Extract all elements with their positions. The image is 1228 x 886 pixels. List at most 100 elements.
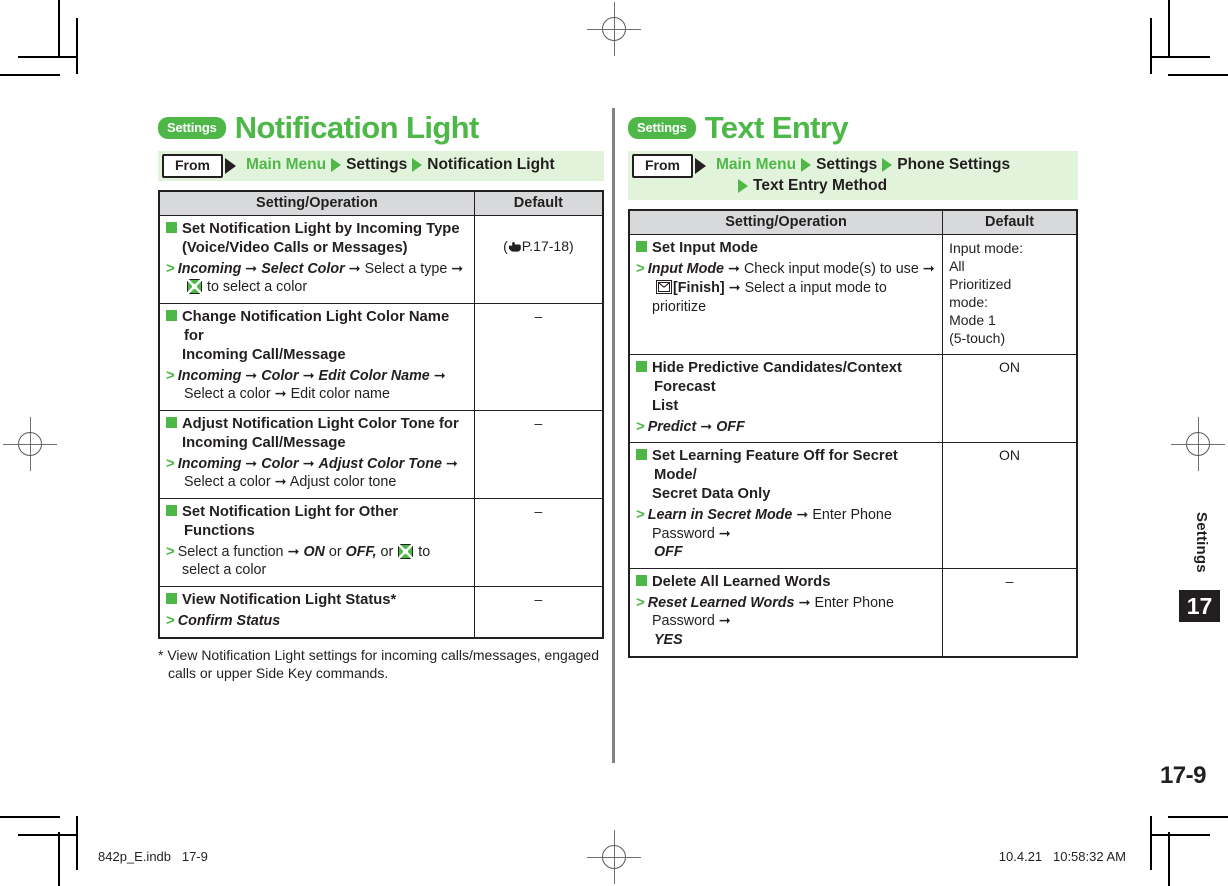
- operation-title-line2: List: [652, 397, 679, 414]
- step-value: Select a color: [184, 386, 271, 403]
- right-arrow-icon: ➞: [245, 367, 258, 384]
- column-header-default: Default: [942, 209, 1078, 236]
- breadcrumb-item-text-entry-method[interactable]: Text Entry Method: [753, 176, 887, 197]
- right-arrow-icon: ➞: [798, 594, 811, 611]
- step-value: OFF,: [345, 543, 377, 560]
- operation-cell: Delete All Learned Words > Reset Learned …: [628, 567, 944, 658]
- notification-light-table: Setting/Operation Default Set Notificati…: [158, 190, 604, 639]
- operation-title-line2-wrap: Secret Data Only: [636, 485, 936, 504]
- page-title: Text Entry: [704, 110, 849, 145]
- step-value: YES: [654, 631, 683, 648]
- section-badge-settings: Settings: [158, 116, 226, 139]
- step-value: OFF: [716, 418, 745, 435]
- step-value: Color: [261, 367, 299, 384]
- black-arrow-icon: [695, 157, 706, 174]
- right-arrow-icon: ➞: [433, 367, 446, 384]
- step-marker-icon: >: [636, 506, 645, 524]
- right-arrow-icon: ➞: [700, 418, 713, 435]
- green-square-bullet-icon: [636, 449, 647, 461]
- step-value: Confirm Status: [177, 613, 281, 629]
- operation-steps: > Incoming ➞ Select Color ➞ Select a type…: [166, 259, 468, 297]
- step-marker-icon: >: [166, 259, 175, 277]
- breadcrumb-item-notification-light[interactable]: Notification Light: [427, 155, 554, 176]
- column-header-setting-operation: Setting/Operation: [158, 190, 475, 216]
- operation-title-line1: View Notification Light Status*: [182, 592, 397, 609]
- step-value: Select Color: [261, 260, 345, 277]
- operation-cell: Adjust Notification Light Color Tone for…: [158, 409, 475, 500]
- text-entry-table: Setting/Operation Default Set Input Mode…: [628, 209, 1078, 658]
- step-value: OFF: [654, 544, 683, 561]
- nav-key-icon: [187, 279, 202, 295]
- operation-title-line1: Hide Predictive Candidates/Context Forec…: [652, 359, 902, 395]
- default-cell: –: [942, 567, 1078, 658]
- green-square-bullet-icon: [636, 574, 647, 586]
- left-breadcrumb-bar: From Main Menu Settings Notification Lig…: [158, 150, 604, 181]
- operation-cell: Set Notification Light for Other Functio…: [158, 498, 475, 588]
- operation-title-line2-wrap: Incoming Call/Message: [166, 346, 468, 365]
- right-arrow-icon: ➞: [727, 261, 740, 278]
- column-divider: [612, 108, 615, 763]
- mail-key-icon: [656, 279, 672, 294]
- breadcrumb-item-main-menu[interactable]: Main Menu: [246, 155, 326, 176]
- chapter-number-tab: 17: [1179, 590, 1220, 622]
- breadcrumb: Main Menu Settings Notification Light: [236, 151, 604, 180]
- page-title: Notification Light: [234, 110, 480, 145]
- operation-cell: Set Input Mode > Input Mode ➞ Check input…: [628, 234, 944, 355]
- step-conjunction: or: [380, 543, 394, 560]
- operation-title-line1: Set Notification Light for Other Functio…: [182, 504, 399, 539]
- breadcrumb-item-phone-settings[interactable]: Phone Settings: [897, 155, 1010, 176]
- table-row: Set Input Mode > Input Mode ➞ Check input…: [628, 234, 1078, 355]
- chevron-right-icon: [412, 158, 423, 173]
- page-reference[interactable]: (P.17-18): [503, 238, 574, 254]
- operation-steps: > Learn in Secret Mode ➞ Enter Phone Pass…: [636, 505, 936, 562]
- operation-title-line1: Change Notification Light Color Name for: [182, 309, 450, 344]
- green-square-bullet-icon: [636, 241, 647, 253]
- step-marker-icon: >: [166, 542, 175, 560]
- right-arrow-icon: ➞: [445, 455, 458, 472]
- breadcrumb-item-main-menu[interactable]: Main Menu: [716, 155, 796, 176]
- step-value: Edit color name: [290, 386, 390, 403]
- step-marker-icon: >: [166, 612, 175, 629]
- from-button: From: [162, 153, 223, 178]
- step-value: to select a color: [206, 279, 308, 296]
- right-arrow-icon: ➞: [245, 260, 258, 277]
- operation-steps: > Select a function ➞ ON or OFF, or to se…: [166, 542, 468, 580]
- step-marker-icon: >: [636, 593, 645, 611]
- operation-steps: > Confirm Status: [166, 611, 468, 631]
- operation-title: Hide Predictive Candidates/Context Forec…: [636, 359, 936, 397]
- registration-mark-right: [1171, 417, 1225, 471]
- breadcrumb-item-settings[interactable]: Settings: [816, 155, 877, 176]
- right-arrow-icon: ➞: [348, 260, 361, 277]
- green-square-bullet-icon: [166, 310, 177, 322]
- operation-title: Set Notification Light by Incoming Type: [166, 220, 468, 239]
- operation-cell: View Notification Light Status* > Confirm…: [158, 586, 475, 639]
- operation-title-line2: Incoming Call/Message: [182, 346, 346, 363]
- operation-steps: > Incoming ➞ Color ➞ Edit Color Name ➞ Se…: [166, 366, 468, 404]
- step-value: Select a type: [364, 260, 448, 277]
- right-section-heading: Settings Text Entry: [628, 112, 1078, 144]
- registration-mark-top: [587, 2, 641, 56]
- operation-cell: Set Learning Feature Off for Secret Mode…: [628, 442, 944, 569]
- breadcrumb-item-settings[interactable]: Settings: [346, 155, 407, 176]
- chevron-right-icon: [882, 158, 893, 173]
- right-arrow-icon: ➞: [274, 474, 287, 491]
- footnote: * View Notification Light settings for i…: [158, 646, 599, 681]
- table-row: Change Notification Light Color Name for…: [158, 303, 604, 411]
- breadcrumb: Main Menu Settings Phone Settings Text E…: [706, 151, 1078, 201]
- table-row: Adjust Notification Light Color Tone for…: [158, 409, 604, 500]
- green-square-bullet-icon: [166, 222, 177, 233]
- default-cell: Input mode: All Prioritized mode: Mode 1…: [942, 234, 1078, 355]
- operation-title-line2: (Voice/Video Calls or Messages): [182, 239, 408, 256]
- right-arrow-icon: ➞: [274, 386, 287, 403]
- nav-key-icon: [398, 543, 414, 559]
- section-badge-settings: Settings: [628, 116, 696, 139]
- operation-title: Set Notification Light for Other Functio…: [166, 503, 468, 541]
- right-arrow-icon: ➞: [302, 367, 315, 384]
- default-cell: ON: [942, 442, 1078, 569]
- operation-title-line2: Incoming Call/Message: [182, 434, 346, 451]
- step-value: [Finish]: [673, 279, 725, 296]
- operation-title: Adjust Notification Light Color Tone for: [166, 415, 468, 434]
- operation-steps: > Input Mode ➞ Check input mode(s) to use…: [636, 259, 936, 316]
- operation-title: Set Learning Feature Off for Secret Mode…: [636, 447, 936, 485]
- chevron-right-icon: [738, 178, 748, 193]
